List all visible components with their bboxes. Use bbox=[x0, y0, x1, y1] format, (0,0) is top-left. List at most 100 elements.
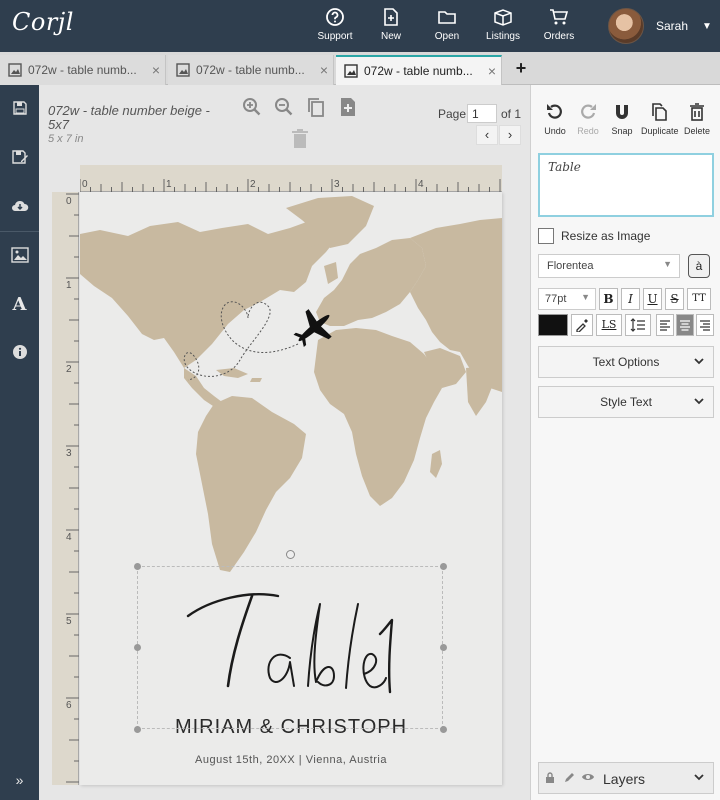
pencil-icon[interactable] bbox=[563, 772, 575, 784]
ruler-h-label: 3 bbox=[334, 179, 340, 190]
undo-button[interactable]: Undo bbox=[537, 102, 573, 136]
uppercase-button[interactable]: TT bbox=[687, 288, 711, 310]
style-text-accordion[interactable]: Style Text bbox=[538, 386, 714, 418]
resize-handle-nw[interactable] bbox=[134, 563, 141, 570]
page-label: Page bbox=[438, 107, 467, 121]
nav-orders[interactable]: Orders bbox=[531, 6, 587, 42]
text-color-swatch[interactable] bbox=[538, 314, 568, 336]
text-options-accordion[interactable]: Text Options bbox=[538, 346, 714, 378]
underline-button[interactable]: U bbox=[643, 288, 662, 310]
line-height-icon bbox=[630, 318, 645, 332]
resize-as-image-checkbox[interactable] bbox=[538, 228, 554, 244]
user-menu[interactable]: Sarah ▼ bbox=[608, 8, 712, 44]
align-center-icon bbox=[680, 320, 690, 331]
selection-box[interactable] bbox=[137, 566, 443, 729]
document-title: 072w - table number beige - 5x7 bbox=[48, 103, 210, 132]
duplicate-button[interactable]: Duplicate bbox=[641, 102, 679, 136]
page-count: of 1 bbox=[501, 107, 522, 121]
chevron-down-icon bbox=[693, 395, 705, 407]
resize-handle-w[interactable] bbox=[134, 644, 141, 651]
cloud-download-icon[interactable] bbox=[0, 191, 39, 221]
ruler-v-label: 0 bbox=[66, 196, 72, 207]
top-navbar: Corjl Support New Open Listings Orders S… bbox=[0, 0, 720, 52]
ruler-v-label: 1 bbox=[66, 280, 72, 291]
app-logo[interactable]: Corjl bbox=[12, 8, 74, 36]
font-select[interactable]: Florentea ▼ bbox=[538, 254, 680, 278]
align-left-button[interactable] bbox=[656, 314, 674, 336]
magnet-icon bbox=[604, 102, 640, 124]
caret-down-icon: ▼ bbox=[702, 20, 712, 32]
expand-sidebar-icon[interactable]: » bbox=[0, 765, 39, 795]
font-size-select[interactable]: 77pt ▼ bbox=[538, 288, 596, 310]
document-size: 5 x 7 in bbox=[48, 133, 84, 145]
letter-spacing-button[interactable]: LS bbox=[596, 314, 622, 336]
close-icon[interactable]: × bbox=[147, 62, 165, 78]
lock-icon[interactable] bbox=[545, 772, 555, 784]
tab-document-1[interactable]: 072w - table numb... × bbox=[0, 55, 166, 85]
chevron-down-icon bbox=[693, 771, 705, 783]
text-tool-icon[interactable]: A bbox=[0, 289, 39, 319]
save-icon[interactable] bbox=[0, 93, 39, 123]
resize-handle-sw[interactable] bbox=[134, 726, 141, 733]
caret-down-icon: ▼ bbox=[581, 292, 590, 302]
page-number-input[interactable] bbox=[467, 104, 497, 123]
redo-button[interactable]: Redo bbox=[570, 102, 606, 136]
cart-icon bbox=[531, 6, 587, 28]
eyedropper-button[interactable] bbox=[571, 314, 593, 336]
question-circle-icon bbox=[307, 6, 363, 28]
rotate-handle[interactable] bbox=[286, 550, 295, 559]
ruler-h-label: 2 bbox=[250, 179, 256, 190]
delete-button[interactable]: Delete bbox=[679, 102, 715, 136]
resize-as-image-label: Resize as Image bbox=[561, 229, 651, 243]
align-center-button[interactable] bbox=[676, 314, 694, 336]
box-icon bbox=[475, 6, 531, 28]
strikethrough-button[interactable]: S bbox=[665, 288, 684, 310]
resize-handle-ne[interactable] bbox=[440, 563, 447, 570]
save-as-icon[interactable] bbox=[0, 142, 39, 172]
zoom-in-icon[interactable] bbox=[241, 96, 263, 118]
ruler-h-label: 1 bbox=[166, 179, 172, 190]
user-name: Sarah bbox=[656, 19, 689, 33]
resize-handle-se[interactable] bbox=[440, 726, 447, 733]
document-tabs: 072w - table numb... × 072w - table numb… bbox=[0, 52, 720, 85]
italic-button[interactable]: I bbox=[621, 288, 640, 310]
sidebar-divider bbox=[0, 231, 39, 232]
nav-open[interactable]: Open bbox=[419, 6, 475, 42]
delete-page-icon[interactable] bbox=[289, 128, 311, 150]
align-right-button[interactable] bbox=[696, 314, 714, 336]
info-icon[interactable] bbox=[0, 337, 39, 367]
layers-panel[interactable]: Layers bbox=[538, 762, 714, 794]
close-icon[interactable]: × bbox=[315, 62, 333, 78]
nav-support[interactable]: Support bbox=[307, 6, 363, 42]
ruler-h-label: 0 bbox=[82, 179, 88, 190]
line-height-button[interactable] bbox=[625, 314, 651, 336]
ruler-v-label: 6 bbox=[66, 700, 72, 711]
next-page-button[interactable]: › bbox=[499, 125, 521, 145]
glyph-picker-button[interactable]: à bbox=[688, 254, 710, 278]
add-page-icon[interactable] bbox=[337, 96, 359, 118]
eye-icon[interactable] bbox=[581, 772, 595, 782]
tab-document-3[interactable]: 072w - table numb... × bbox=[336, 55, 502, 85]
bold-button[interactable]: B bbox=[599, 288, 618, 310]
new-file-icon bbox=[363, 6, 419, 28]
ruler-v-label: 3 bbox=[66, 448, 72, 459]
prev-page-button[interactable]: ‹ bbox=[476, 125, 498, 145]
nav-listings[interactable]: Listings bbox=[475, 6, 531, 42]
vertical-ruler: 0 1 2 3 4 5 6 bbox=[52, 192, 79, 785]
left-sidebar: A » bbox=[0, 85, 39, 800]
copy-page-icon[interactable] bbox=[305, 96, 327, 118]
image-icon[interactable] bbox=[0, 240, 39, 270]
tab-document-2[interactable]: 072w - table numb... × bbox=[168, 55, 334, 85]
add-tab-button[interactable]: + bbox=[512, 58, 530, 79]
folder-icon bbox=[419, 6, 475, 28]
zoom-out-icon[interactable] bbox=[273, 96, 295, 118]
image-file-icon bbox=[344, 64, 358, 78]
text-content-input[interactable]: Table bbox=[538, 153, 714, 217]
nav-new[interactable]: New bbox=[363, 6, 419, 42]
resize-handle-e[interactable] bbox=[440, 644, 447, 651]
caret-down-icon: ▼ bbox=[663, 259, 672, 269]
event-details[interactable]: August 15th, 20XX | Vienna, Austria bbox=[80, 754, 502, 766]
ruler-v-label: 5 bbox=[66, 616, 72, 627]
close-icon[interactable]: × bbox=[483, 63, 501, 79]
snap-button[interactable]: Snap bbox=[604, 102, 640, 136]
